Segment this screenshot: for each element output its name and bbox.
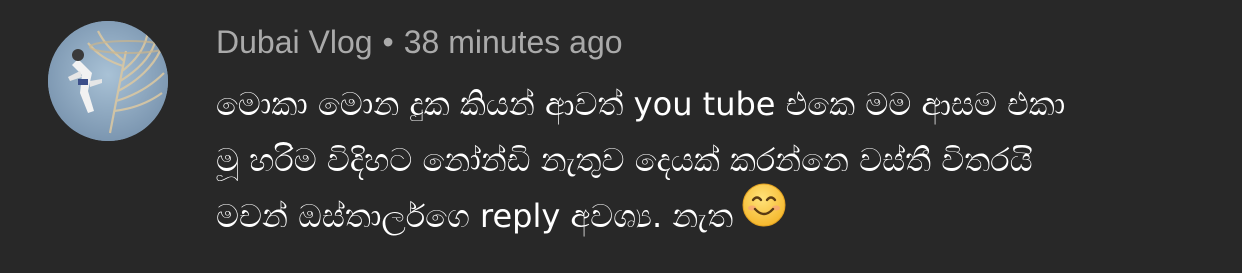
comment-line-last: මචන් ඔස්තාර්ලගෙ reply අවශ්‍ය. නැත xyxy=(216,183,1216,245)
skydiver-over-palm-island-avatar-icon xyxy=(48,21,168,141)
comment-line-text: මචන් ඔස්තාර්ලගෙ reply අවශ්‍ය. නැත xyxy=(216,197,734,235)
comment-line: මොකා මොන දුක කියන් ආවත් you tube එකෙ මම … xyxy=(216,85,1066,123)
timestamp[interactable]: 38 minutes ago xyxy=(404,24,623,60)
comment-line: මූ හරිම විදිහට නෝන්ඩි නැතුව දෙයක් කරන්නෙ… xyxy=(216,141,1033,179)
comment-content: Dubai Vlog • 38 minutes ago මොකා මොන දුක ක… xyxy=(216,20,1216,245)
avatar[interactable] xyxy=(48,21,168,141)
smiling-face-emoji-icon xyxy=(741,182,787,245)
separator-dot: • xyxy=(382,24,394,60)
comment-header: Dubai Vlog • 38 minutes ago xyxy=(216,20,1216,64)
comment-text: මොකා මොන දුක කියන් ආවත් you tube එකෙ මම … xyxy=(216,76,1216,245)
author-name[interactable]: Dubai Vlog xyxy=(216,24,373,60)
comment-item: Dubai Vlog • 38 minutes ago මොකා මොන දුක ක… xyxy=(0,0,1242,273)
